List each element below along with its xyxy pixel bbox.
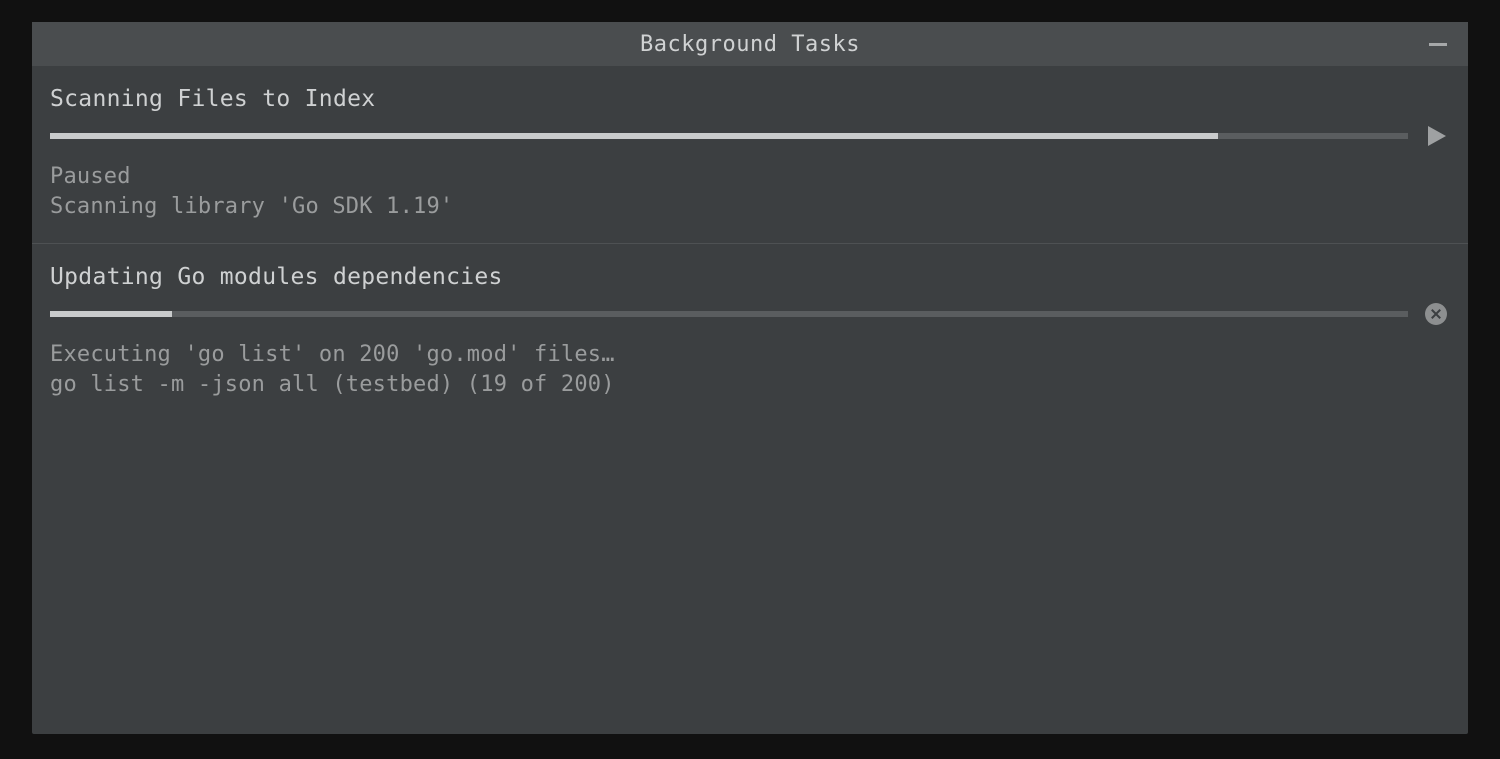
task-title: Scanning Files to Index <box>50 86 1450 112</box>
close-icon <box>1425 303 1447 325</box>
play-icon[interactable] <box>1422 122 1450 150</box>
cancel-button[interactable] <box>1422 300 1450 328</box>
background-tasks-window: Background Tasks Scanning Files to Index… <box>32 22 1468 734</box>
task-status-line: Paused <box>50 162 1450 192</box>
task-status-line: Executing 'go list' on 200 'go.mod' file… <box>50 340 1450 370</box>
progress-fill <box>50 311 172 317</box>
minimize-icon[interactable] <box>1424 30 1452 58</box>
task-updating-go-modules: Updating Go modules dependencies Executi… <box>32 244 1468 421</box>
progress-bar <box>50 133 1408 139</box>
task-status-line: Scanning library 'Go SDK 1.19' <box>50 192 1450 222</box>
task-status: Paused Scanning library 'Go SDK 1.19' <box>50 162 1450 221</box>
progress-fill <box>50 133 1218 139</box>
tasks-body: Scanning Files to Index Paused Scanning … <box>32 66 1468 734</box>
window-title: Background Tasks <box>640 32 860 57</box>
titlebar: Background Tasks <box>32 22 1468 66</box>
task-title: Updating Go modules dependencies <box>50 264 1450 290</box>
task-progress-row <box>50 122 1450 150</box>
task-status: Executing 'go list' on 200 'go.mod' file… <box>50 340 1450 399</box>
task-scanning-files: Scanning Files to Index Paused Scanning … <box>32 66 1468 244</box>
task-progress-row <box>50 300 1450 328</box>
task-status-line: go list -m -json all (testbed) (19 of 20… <box>50 370 1450 400</box>
progress-bar <box>50 311 1408 317</box>
